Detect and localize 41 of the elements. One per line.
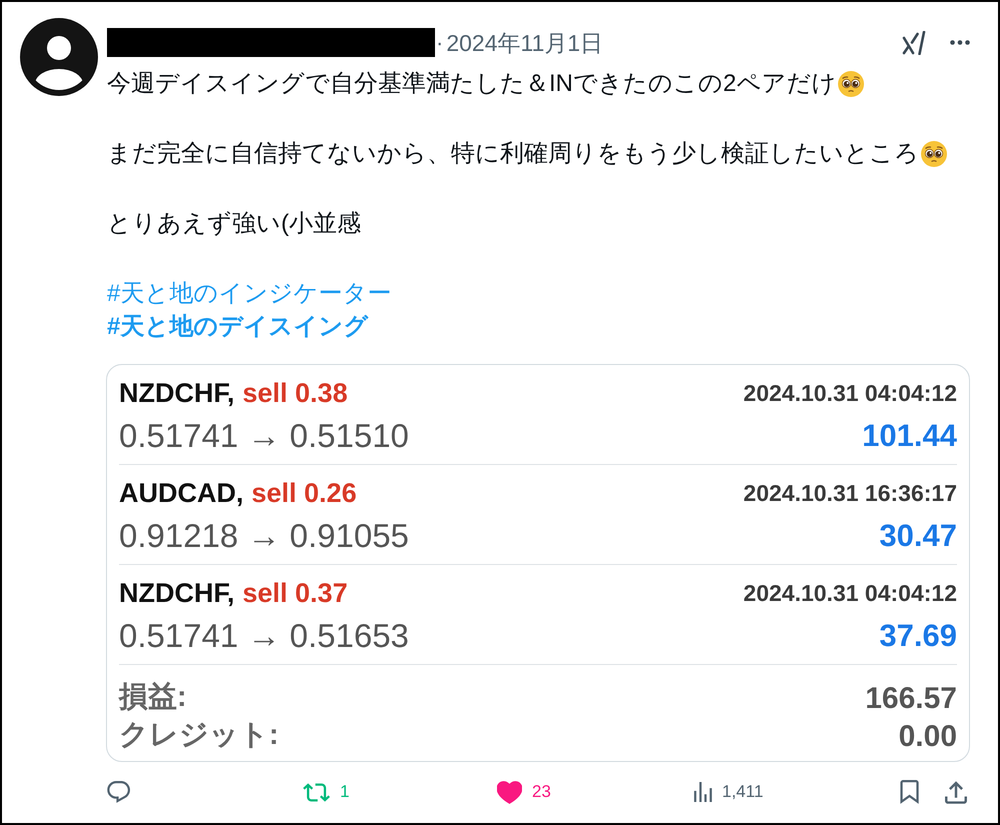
trade-prices: 0.91218 → 0.91055: [119, 516, 409, 556]
trade-symbol: NZDCHF,: [119, 376, 234, 410]
more-icon[interactable]: [950, 40, 970, 45]
share-icon: [945, 780, 967, 804]
heart-icon: [497, 780, 522, 804]
trade-symbol: AUDCAD,: [119, 476, 244, 510]
summary-label: 損益:: [119, 680, 187, 716]
avatar-icon[interactable]: [20, 18, 98, 96]
post-text: 今週デイスイングで自分基準満たした＆INできたのこの2ペアだけ: [107, 69, 836, 99]
trade-profit: 101.44: [862, 416, 957, 455]
repost-arrows-icon: [303, 782, 330, 802]
hashtag-link[interactable]: #天と地のインジケーター: [107, 277, 392, 310]
trade-order: sell 0.26: [252, 476, 357, 510]
reply-button[interactable]: [107, 781, 130, 803]
views-button[interactable]: 1,411: [694, 781, 764, 803]
summary-value: 166.57: [865, 680, 957, 716]
repost-button[interactable]: 1: [303, 781, 350, 803]
like-button[interactable]: 23: [497, 780, 551, 804]
post-text: とりあえず強い(小並感: [107, 209, 361, 239]
trade-time: 2024.10.31 04:04:12: [743, 578, 957, 608]
trade-time: 2024.10.31 16:36:17: [743, 478, 957, 508]
post-date[interactable]: 2024年11月1日: [446, 28, 604, 56]
trade-symbol: NZDCHF,: [119, 576, 234, 610]
trade-prices: 0.51741 → 0.51510: [119, 416, 409, 456]
post-text: まだ完全に自信持てないから、特に利確周りをもう少し検証したいところ: [107, 139, 919, 169]
share-button[interactable]: [945, 780, 967, 804]
bar-chart-icon: [694, 782, 712, 802]
trade-profit: 37.69: [879, 616, 957, 655]
trade-prices: 0.51741 → 0.51653: [119, 616, 409, 656]
slashed-x-icon[interactable]: [902, 30, 926, 54]
trade-order: sell 0.37: [242, 576, 348, 610]
trade-profit: 30.47: [879, 516, 957, 555]
separator-dot: ·: [436, 28, 444, 56]
summary-label: クレジット:: [119, 718, 279, 754]
bookmark-icon: [900, 780, 919, 804]
summary-value: 0.00: [898, 718, 957, 754]
trade-order: sell 0.38: [242, 376, 348, 410]
hashtag-link[interactable]: #天と地のデイスイング: [107, 310, 368, 343]
speech-bubble-icon: [107, 781, 130, 803]
trade-time: 2024.10.31 04:04:12: [743, 378, 957, 408]
bookmark-button[interactable]: [900, 780, 919, 804]
